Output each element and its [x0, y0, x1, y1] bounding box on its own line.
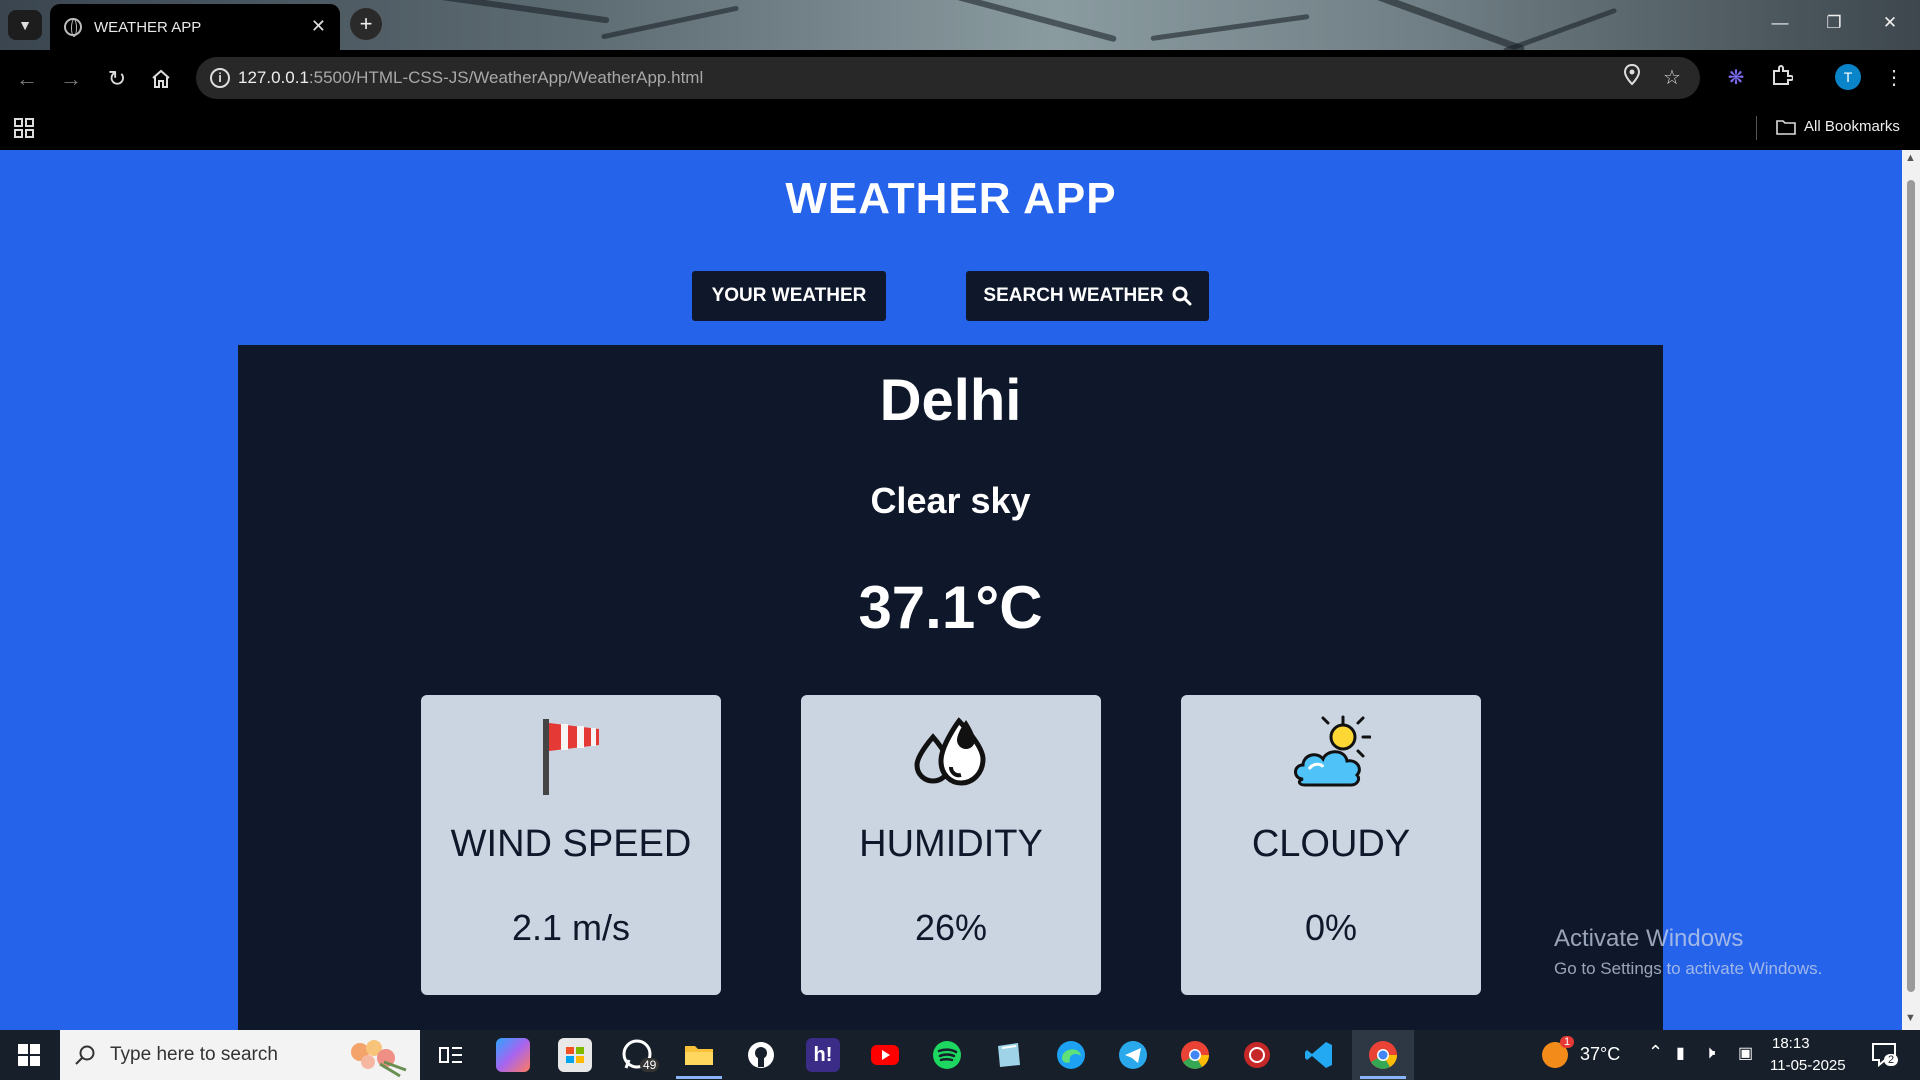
humidity-value: 26% [914, 907, 988, 948]
edge-icon[interactable] [1054, 1038, 1088, 1072]
hashnode-icon[interactable]: h! [806, 1038, 840, 1072]
search-icon [75, 1045, 95, 1065]
cloudy-value: 0% [1304, 907, 1358, 948]
home-icon[interactable] [144, 62, 178, 96]
taskbar-search-box[interactable]: Type here to search [60, 1030, 420, 1080]
browser-toolbar: ← → ↻ i 127.0.0.1:5500/HTML-CSS-JS/Weath… [0, 50, 1920, 108]
humidity-label: HUMIDITY [859, 823, 1043, 865]
profile-avatar[interactable]: T [1835, 64, 1861, 90]
your-weather-label: YOUR WEATHER [711, 285, 867, 306]
reload-icon[interactable]: ↻ [100, 62, 134, 96]
forward-icon[interactable]: → [54, 62, 88, 96]
scroll-up-arrow[interactable]: ▲ [1905, 152, 1916, 164]
temperature: 37.1°C [858, 574, 1043, 641]
wind-speed-label: WIND SPEED [450, 823, 692, 865]
site-info-icon[interactable]: i [210, 68, 230, 88]
close-window-icon[interactable]: ✕ [1862, 0, 1918, 48]
spotify-icon[interactable] [930, 1038, 964, 1072]
github-icon[interactable] [744, 1038, 778, 1072]
browser-tab[interactable]: WEATHER APP ✕ [50, 4, 340, 50]
sun-cloud-icon [1294, 715, 1371, 787]
restore-icon[interactable]: ❐ [1806, 0, 1862, 48]
chrome-icon[interactable] [1178, 1038, 1212, 1072]
your-weather-button[interactable]: YOUR WEATHER [692, 271, 886, 321]
flowers-decoration-icon [351, 1040, 407, 1078]
copilot-icon[interactable] [496, 1038, 530, 1072]
location-icon[interactable] [1618, 63, 1646, 92]
new-tab-button[interactable]: + [350, 8, 382, 40]
notepad-app-icon[interactable] [992, 1038, 1026, 1072]
volume-icon[interactable]: 🕨 [1704, 1042, 1715, 1063]
scroll-down-arrow[interactable]: ▼ [1905, 1012, 1916, 1024]
cloudy-label: CLOUDY [1251, 823, 1411, 865]
antivirus-icon[interactable] [1240, 1038, 1274, 1072]
display-icon[interactable]: ▣ [1738, 1043, 1753, 1063]
wind-speed-card: WIND SPEED 2.1 m/s [421, 695, 721, 995]
back-icon[interactable]: ← [10, 62, 44, 96]
search-weather-label: SEARCH WEATHER [983, 285, 1164, 306]
globe-icon [64, 18, 82, 37]
address-bar[interactable]: i 127.0.0.1:5500/HTML-CSS-JS/WeatherApp/… [196, 57, 1700, 99]
tab-title: WEATHER APP [94, 18, 202, 36]
apps-grid-icon[interactable] [14, 118, 34, 143]
url-text: 127.0.0.1:5500/HTML-CSS-JS/WeatherApp/We… [238, 68, 704, 87]
chevron-up-icon[interactable]: ⌃ [1648, 1042, 1663, 1063]
microsoft-store-icon[interactable] [558, 1038, 592, 1072]
folder-icon [1776, 119, 1796, 135]
extensions-icon[interactable] [1768, 64, 1796, 92]
page-scrollbar[interactable]: ▲ ▼ [1902, 150, 1920, 1030]
all-bookmarks[interactable]: All Bookmarks [1776, 118, 1900, 135]
windsock-icon [543, 719, 599, 795]
page-title: WEATHER APP [785, 174, 1117, 223]
chrome-profile-icon[interactable] [1366, 1038, 1400, 1072]
battery-icon[interactable]: ▮ [1676, 1043, 1685, 1063]
windows-start-icon[interactable] [18, 1044, 40, 1071]
search-icon [1172, 286, 1192, 306]
extension-puzzle-icon[interactable]: ❋ [1722, 64, 1750, 92]
whatsapp-badge: 49 [640, 1058, 660, 1072]
notification-count: 2 [1884, 1054, 1899, 1066]
explorer-active-indicator [676, 1076, 722, 1079]
water-drops-icon [914, 717, 986, 786]
divider [1756, 116, 1757, 140]
search-weather-button[interactable]: SEARCH WEATHER [966, 271, 1209, 321]
weather-description: Clear sky [870, 480, 1031, 521]
tab-search-button[interactable]: ▼ [8, 10, 42, 40]
watermark-line1: Activate Windows [1554, 925, 1744, 952]
weather-card: Delhi Clear sky 37.1°C WIND SPEED 2.1 m/… [238, 345, 1663, 1045]
bookmarks-bar: All Bookmarks [0, 108, 1920, 150]
activate-windows-watermark: Activate Windows Go to Settings to activ… [1554, 925, 1822, 979]
wind-speed-value: 2.1 m/s [511, 907, 631, 948]
bookmark-star-icon[interactable]: ☆ [1658, 64, 1686, 92]
search-placeholder: Type here to search [110, 1044, 278, 1065]
cloudy-card: CLOUDY 0% [1181, 695, 1481, 995]
clock-date[interactable]: 11-05-2025 [1770, 1057, 1846, 1074]
menu-dots-icon[interactable]: ⋮ [1880, 64, 1908, 92]
weather-badge: 1 [1560, 1036, 1575, 1048]
windows-taskbar: Type here to search 49 h! 1 37°C ⌃ ▮ 🕨 ▣… [0, 1030, 1920, 1080]
whatsapp-icon[interactable]: 49 [620, 1038, 660, 1072]
clock-time[interactable]: 18:13 [1772, 1035, 1810, 1052]
close-tab-icon[interactable]: ✕ [311, 17, 326, 35]
file-explorer-icon[interactable] [682, 1038, 716, 1072]
humidity-card: HUMIDITY 26% [801, 695, 1101, 995]
telegram-icon[interactable] [1116, 1038, 1150, 1072]
watermark-line2: Go to Settings to activate Windows. [1554, 959, 1823, 978]
browser-tab-strip: ▼ WEATHER APP ✕ + — ❐ ✕ [0, 0, 1920, 50]
taskbar-weather-temp[interactable]: 37°C [1580, 1044, 1620, 1065]
minimize-icon[interactable]: — [1752, 0, 1808, 48]
city-name: Delhi [879, 368, 1022, 433]
all-bookmarks-label: All Bookmarks [1804, 118, 1900, 135]
task-view-icon[interactable] [434, 1038, 468, 1072]
vscode-icon[interactable] [1302, 1038, 1336, 1072]
youtube-icon[interactable] [868, 1038, 902, 1072]
weather-app-page: WEATHER APP YOUR WEATHER SEARCH WEATHER … [0, 150, 1902, 1045]
notification-center-icon[interactable]: 2 [1870, 1040, 1899, 1073]
chrome-active-indicator [1360, 1076, 1406, 1079]
scrollbar-thumb[interactable] [1907, 180, 1915, 992]
